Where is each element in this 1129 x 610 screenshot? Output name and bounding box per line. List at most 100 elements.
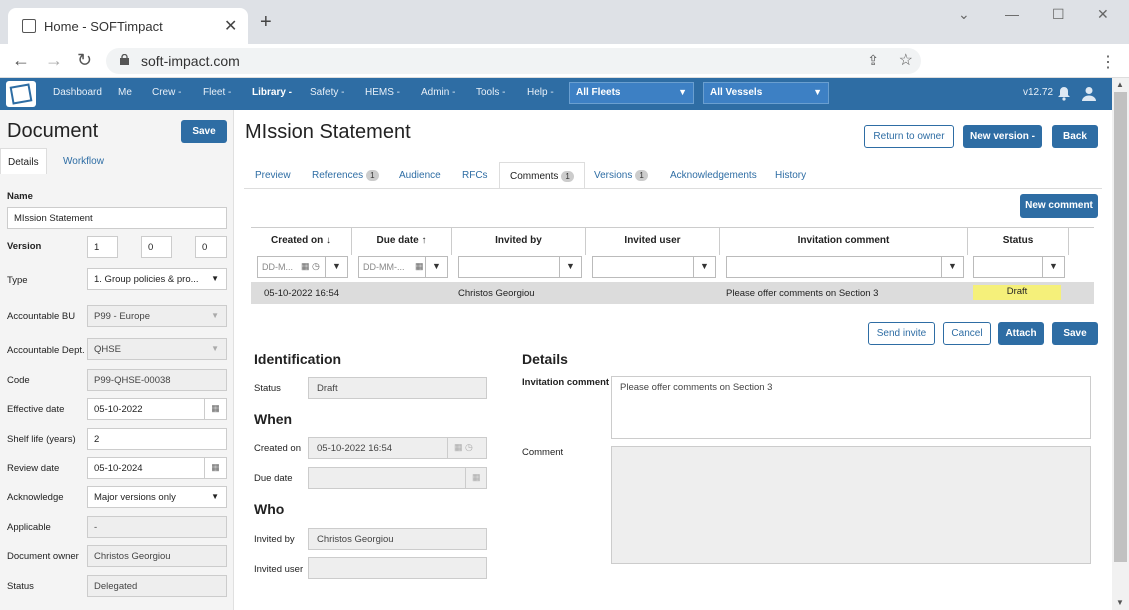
nav-safety[interactable]: Safety -	[310, 87, 344, 98]
softimpact-logo[interactable]	[6, 81, 36, 107]
column-status[interactable]: Status	[968, 227, 1069, 255]
column-invitation-comment[interactable]: Invitation comment	[720, 227, 968, 255]
calendar-icon[interactable]: ▦ ◷	[447, 438, 487, 458]
new-comment-button[interactable]: New comment	[1020, 194, 1098, 218]
status-badge: Draft	[973, 285, 1061, 300]
nav-hems[interactable]: HEMS -	[365, 87, 400, 98]
page-scrollbar[interactable]: ▲ ▼	[1112, 78, 1129, 610]
tab-versions[interactable]: Versions 1	[584, 162, 658, 189]
code-field: P99-QHSE-00038	[87, 369, 227, 391]
accountable-bu-select[interactable]: P99 - Europe ▼	[87, 305, 227, 327]
tab-workflow[interactable]: Workflow	[56, 148, 111, 174]
count-badge: 1	[561, 171, 574, 182]
column-invited-user[interactable]: Invited user	[586, 227, 720, 255]
filter-icon[interactable]: ▼	[693, 257, 715, 277]
effective-date-field[interactable]: 05-10-2022 ▦	[87, 398, 227, 420]
browser-menu-icon[interactable]: ⋮	[1100, 52, 1116, 72]
attach-button[interactable]: Attach	[998, 322, 1044, 345]
calendar-icon[interactable]: ▦	[204, 458, 226, 478]
column-due-date[interactable]: Due date ↑	[352, 227, 452, 255]
vessel-select[interactable]: All Vessels ▼	[703, 82, 829, 104]
bell-icon[interactable]	[1057, 86, 1071, 101]
filter-placeholder: DD-MM-...	[363, 262, 405, 272]
close-window-icon[interactable]: ✕	[1097, 6, 1109, 23]
new-tab-icon[interactable]: +	[260, 12, 272, 32]
review-date-field[interactable]: 05-10-2024 ▦	[87, 457, 227, 479]
caret-down-icon: ▼	[211, 311, 219, 320]
return-to-owner-button[interactable]: Return to owner	[864, 125, 954, 148]
table-row[interactable]	[251, 282, 1094, 304]
save-comment-button[interactable]: Save	[1052, 322, 1098, 345]
invitation-comment-filter[interactable]: ▼	[726, 256, 964, 278]
calendar-icon[interactable]: ▦	[204, 399, 226, 419]
status-filter[interactable]: ▼	[973, 256, 1065, 278]
nav-help[interactable]: Help -	[527, 87, 554, 98]
nav-admin[interactable]: Admin -	[421, 87, 455, 98]
forward-arrow-icon[interactable]: →	[45, 51, 63, 69]
tab-preview[interactable]: Preview	[245, 162, 301, 189]
nav-tools[interactable]: Tools -	[476, 87, 505, 98]
scroll-down-icon[interactable]: ▼	[1116, 598, 1124, 607]
save-document-button[interactable]: Save	[181, 120, 227, 143]
type-select[interactable]: 1. Group policies & pro... ▼	[87, 268, 227, 290]
tab-references[interactable]: References 1	[302, 162, 389, 189]
reload-icon[interactable]: ↻	[77, 51, 92, 69]
back-arrow-icon[interactable]: ←	[12, 51, 30, 69]
fleet-select[interactable]: All Fleets ▼	[569, 82, 694, 104]
name-field[interactable]: MIssion Statement	[7, 207, 227, 229]
version-patch-field[interactable]: 0	[195, 236, 227, 258]
invited-user-filter[interactable]: ▼	[592, 256, 716, 278]
invitation-comment-field[interactable]: Please offer comments on Section 3	[611, 376, 1091, 439]
cancel-button[interactable]: Cancel	[943, 322, 991, 345]
tab-label: RFCs	[462, 170, 488, 181]
user-icon[interactable]	[1082, 86, 1096, 101]
back-button[interactable]: Back	[1052, 125, 1098, 148]
nav-fleet[interactable]: Fleet -	[203, 87, 231, 98]
version-major-field[interactable]: 1	[87, 236, 118, 258]
url-field[interactable]: soft-impact.com ⇪ ☆	[106, 48, 921, 74]
invited-by-filter[interactable]: ▼	[458, 256, 582, 278]
scrollbar-thumb[interactable]	[1114, 92, 1127, 562]
shelf-life-field[interactable]: 2	[87, 428, 227, 450]
acknowledge-select[interactable]: Major versions only ▼	[87, 486, 227, 508]
filter-icon[interactable]: ▼	[1042, 257, 1064, 277]
column-invited-by[interactable]: Invited by	[452, 227, 586, 255]
maximize-icon[interactable]: ☐	[1052, 6, 1065, 23]
send-invite-button[interactable]: Send invite	[868, 322, 935, 345]
tab-rfcs[interactable]: RFCs	[452, 162, 498, 189]
tab-history[interactable]: History	[765, 162, 816, 189]
filter-icon[interactable]: ▼	[941, 257, 963, 277]
tab-comments[interactable]: Comments 1	[499, 162, 585, 189]
tab-details[interactable]: Details	[0, 148, 47, 174]
nav-me[interactable]: Me	[118, 87, 132, 98]
calendar-icon[interactable]: ▦	[465, 468, 487, 488]
nav-crew[interactable]: Crew -	[152, 87, 181, 98]
filter-placeholder: DD-M...	[262, 262, 293, 272]
tab-search-icon[interactable]: ⌄	[958, 6, 970, 23]
bookmark-star-icon[interactable]: ☆	[899, 50, 913, 70]
favicon-icon	[22, 19, 36, 33]
calendar-icon[interactable]: ▦ ◷	[301, 261, 320, 272]
calendar-icon[interactable]: ▦	[415, 261, 424, 272]
accountable-dept-select[interactable]: QHSE ▼	[87, 338, 227, 360]
tab-audience[interactable]: Audience	[389, 162, 451, 189]
column-created-on[interactable]: Created on ↓	[251, 227, 352, 255]
filter-icon[interactable]: ▼	[425, 257, 447, 277]
nav-dashboard[interactable]: Dashboard	[53, 87, 102, 98]
due-date-filter[interactable]: DD-MM-... ▦ ▼	[358, 256, 448, 278]
due-date-field[interactable]: ▦	[308, 467, 487, 489]
review-date-value: 05-10-2024	[94, 463, 143, 474]
created-on-filter[interactable]: DD-M... ▦ ◷ ▼	[257, 256, 348, 278]
version-minor-field[interactable]: 0	[141, 236, 172, 258]
tab-acknowledgements[interactable]: Acknowledgements	[660, 162, 767, 189]
tab-divider	[244, 188, 1102, 189]
filter-icon[interactable]: ▼	[325, 257, 347, 277]
new-version-button[interactable]: New version -	[963, 125, 1042, 148]
browser-tab[interactable]: Home - SOFTimpact ✕	[8, 8, 248, 44]
nav-library[interactable]: Library -	[252, 87, 292, 98]
share-icon[interactable]: ⇪	[867, 52, 879, 69]
scroll-up-icon[interactable]: ▲	[1116, 80, 1124, 89]
minimize-icon[interactable]: —	[1005, 6, 1019, 22]
filter-icon[interactable]: ▼	[559, 257, 581, 277]
close-tab-icon[interactable]: ✕	[224, 16, 237, 36]
